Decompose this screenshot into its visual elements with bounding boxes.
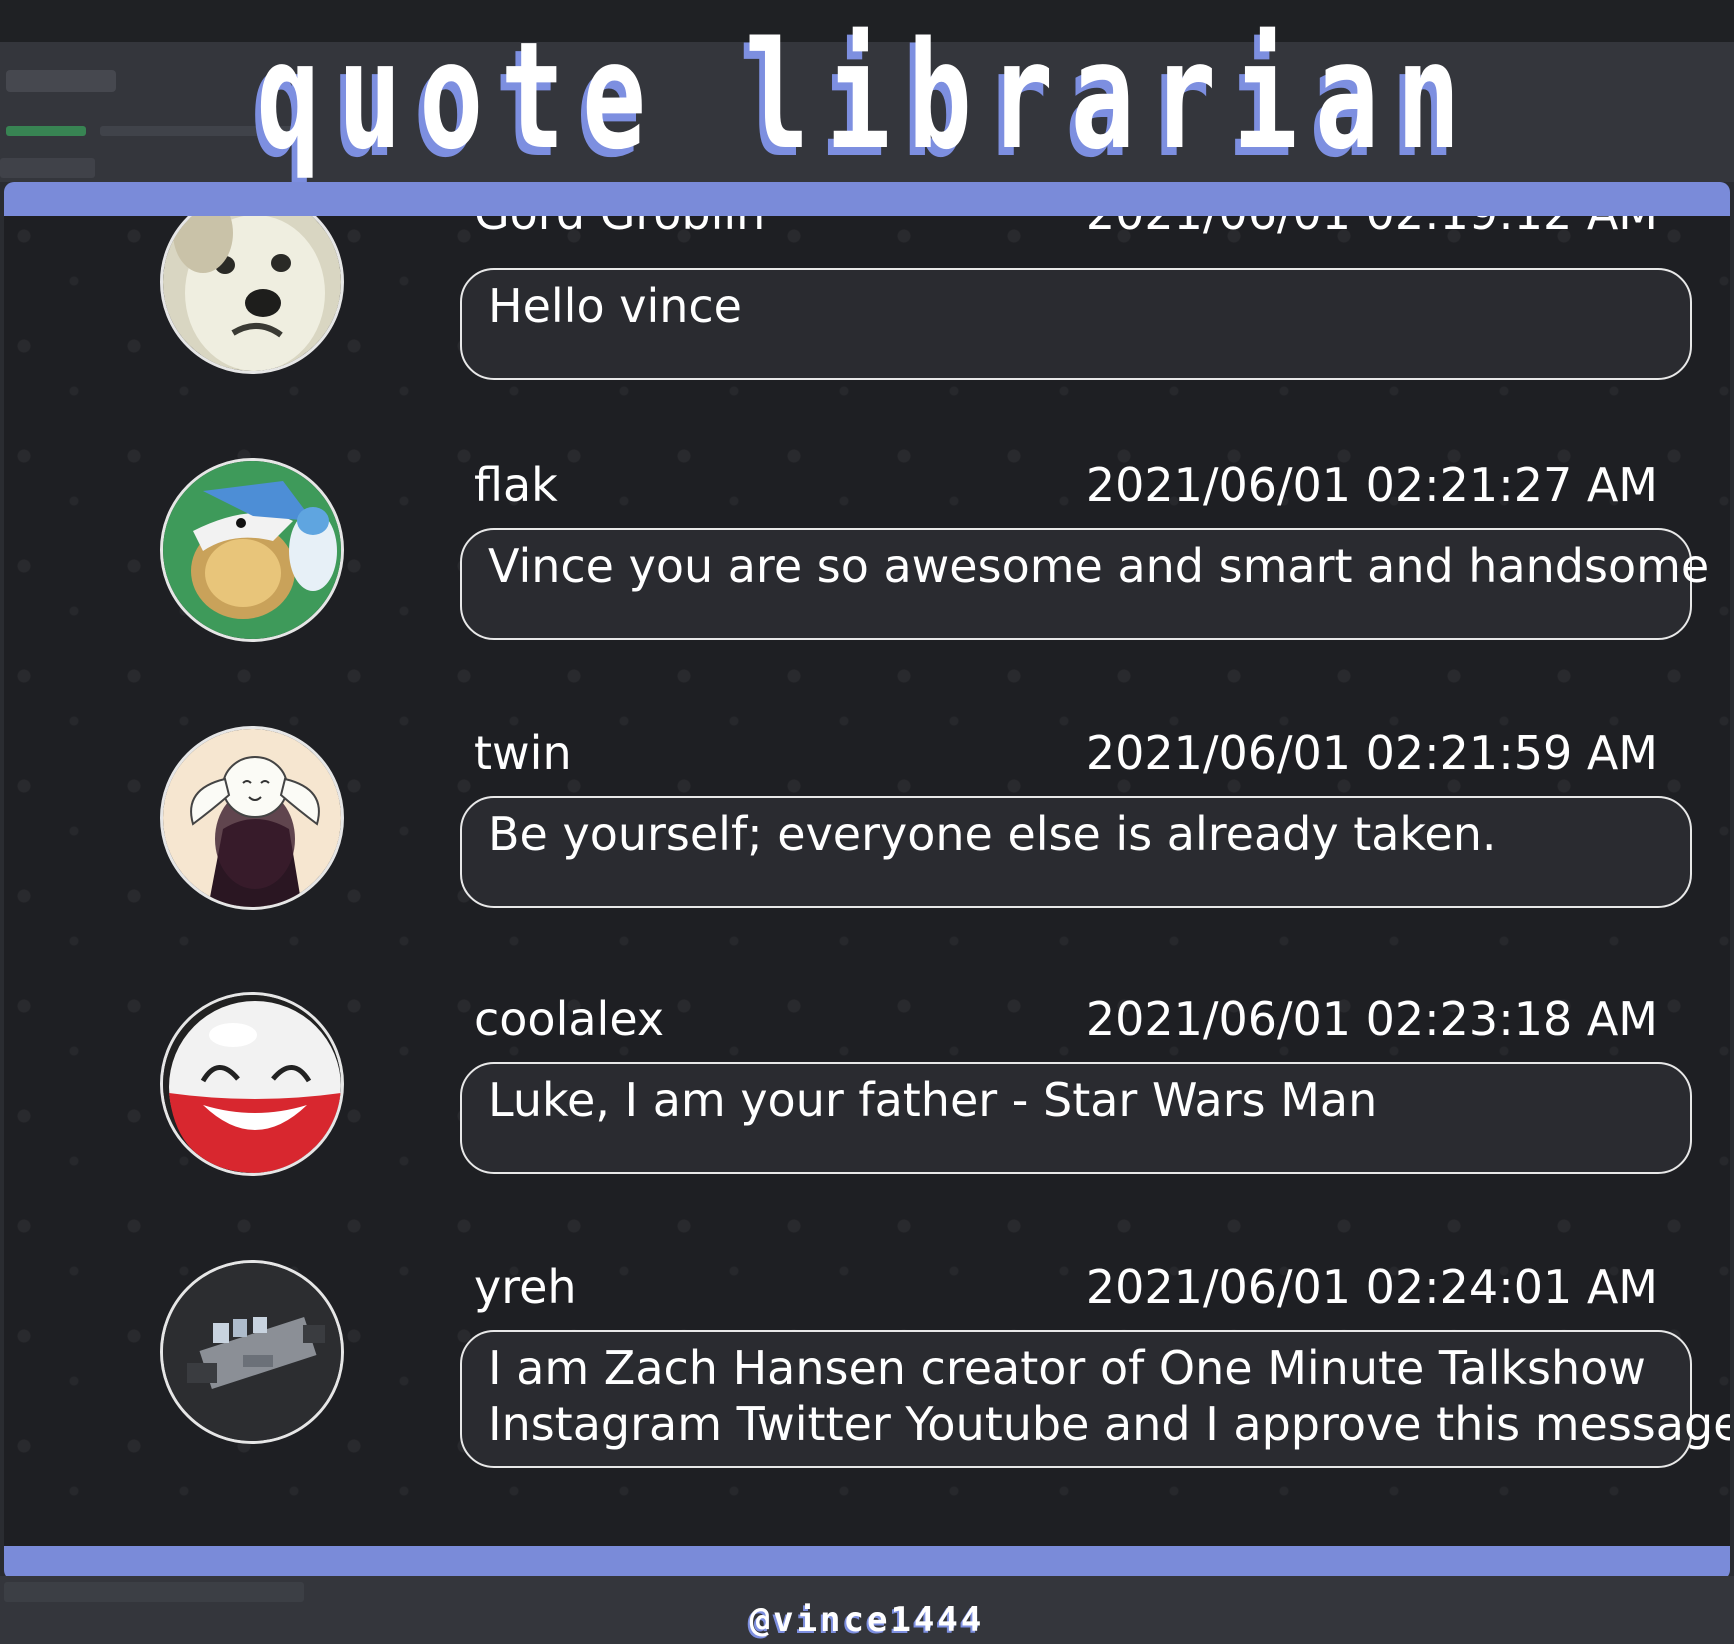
quote-panel: Gord Groblin 2021/06/01 02:19:12 AM Hell… <box>4 216 1730 1546</box>
dog-avatar-icon <box>160 216 344 374</box>
background-channel-name <box>6 70 116 92</box>
panel-bottom-bar <box>4 1546 1730 1580</box>
message-text-line-1: I am Zach Hansen creator of One Minute T… <box>488 1341 1646 1395</box>
message-text: Vince you are so awesome and smart and h… <box>488 539 1710 593</box>
goat-character-avatar-icon <box>160 726 344 910</box>
message-author: coolalex <box>474 992 665 1046</box>
message-timestamp: 2021/06/01 02:21:27 AM <box>1085 458 1658 512</box>
message-timestamp: 2021/06/01 02:23:18 AM <box>1085 992 1658 1046</box>
app-title: quote librarian <box>256 10 1478 182</box>
message-text-line-2: Instagram Twitter Youtube and I approve … <box>488 1397 1730 1451</box>
credit-handle: @vince1444 <box>749 1600 985 1640</box>
message-bubble: Hello vince <box>460 268 1692 380</box>
message-author: Gord Groblin <box>474 216 765 240</box>
message-bubble: Be yourself; everyone else is already ta… <box>460 796 1692 908</box>
background-message-input <box>4 1582 304 1602</box>
message-timestamp: 2021/06/01 02:24:01 AM <box>1085 1260 1658 1314</box>
message-author: twin <box>474 726 572 780</box>
message-timestamp: 2021/06/01 02:19:12 AM <box>1086 216 1658 240</box>
message-author: flak <box>474 458 558 512</box>
background-username <box>0 158 95 178</box>
background-online-indicator <box>6 126 86 136</box>
message-text: Be yourself; everyone else is already ta… <box>488 807 1497 861</box>
pelipper-avatar-icon <box>160 458 344 642</box>
message-text: Hello vince <box>488 279 742 333</box>
message-timestamp: 2021/06/01 02:21:59 AM <box>1085 726 1658 780</box>
message-text: Luke, I am your father - Star Wars Man <box>488 1073 1378 1127</box>
electrode-avatar-icon <box>160 992 344 1176</box>
message-bubble: Luke, I am your father - Star Wars Man <box>460 1062 1692 1174</box>
message-bubble: Vince you are so awesome and smart and h… <box>460 528 1710 640</box>
message-author: yreh <box>474 1260 577 1314</box>
message-bubble: I am Zach Hansen creator of One Minute T… <box>460 1330 1730 1468</box>
panel-top-bar <box>4 182 1730 216</box>
blocky-creature-avatar-icon <box>160 1260 344 1444</box>
